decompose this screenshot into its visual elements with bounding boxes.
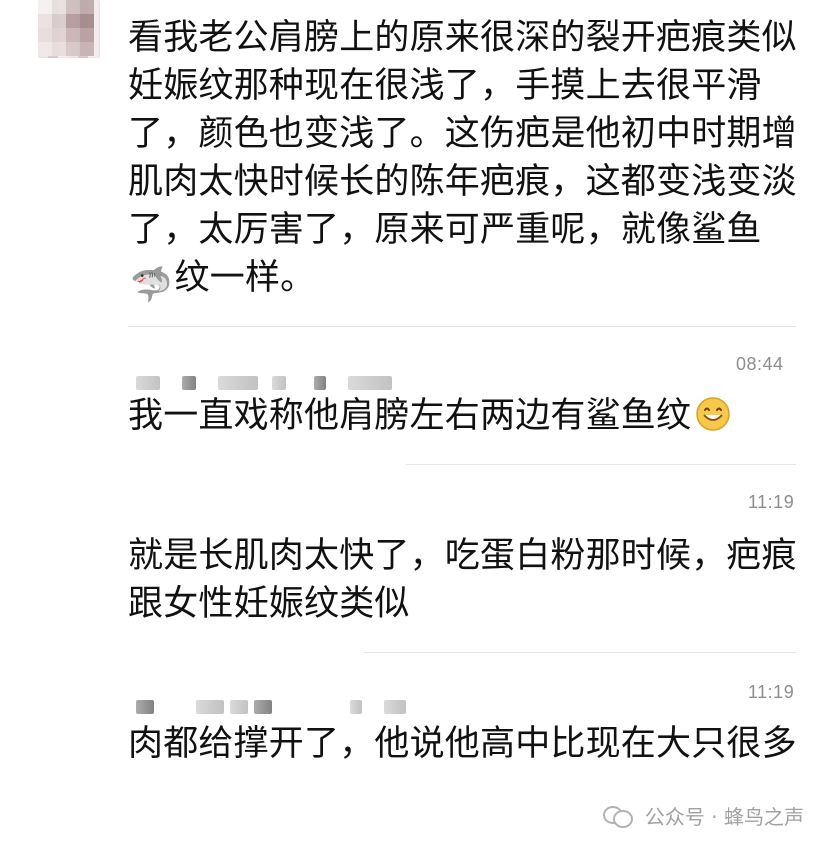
message-1-text-after: 纹一样。 (174, 258, 316, 298)
smile-emoji-icon (696, 397, 730, 431)
message-3: 就是长肌肉太快了，吃蛋白粉那时候，疤痕跟女性妊娠纹类似 (128, 532, 798, 628)
sender-name-blurred (136, 700, 406, 714)
message-4-time: 11:19 (748, 682, 795, 702)
avatar-pixel (80, 42, 94, 56)
wechat-icon (602, 804, 635, 828)
blur-block (254, 700, 272, 714)
avatar-pixel (66, 0, 80, 14)
avatar-pixel (66, 28, 80, 42)
blur-block (350, 700, 362, 714)
avatar-pixel (38, 14, 52, 28)
message-3-text: 就是长肌肉太快了，吃蛋白粉那时候，疤痕跟女性妊娠纹类似 (128, 536, 797, 624)
message-1-text-before: 看我老公肩膀上的原来很深的裂开疤痕类似妊娠纹那种现在很浅了，手摸上去很平滑了，颜… (128, 18, 797, 250)
message-4: 肉都给撑开了，他说他高中比现在大只很多 (128, 720, 798, 768)
message-divider (128, 326, 796, 327)
blur-block (218, 376, 258, 390)
message-3-time: 11:19 (748, 492, 795, 512)
sender-name-blurred (136, 376, 396, 390)
blur-block (314, 376, 326, 390)
avatar-pixel (38, 42, 52, 56)
watermark: 公众号 · 蜂鸟之声 (602, 801, 804, 830)
message-1: 看我老公肩膀上的原来很深的裂开疤痕类似妊娠纹那种现在很浅了，手摸上去很平滑了，颜… (128, 14, 798, 302)
blur-block (182, 376, 196, 390)
message-2: 我一直戏称他肩膀左右两边有鲨鱼纹 (128, 392, 768, 440)
avatar-pixel (52, 28, 66, 42)
message-2-text: 我一直戏称他肩膀左右两边有鲨鱼纹 (128, 396, 692, 436)
avatar-pixel (52, 42, 66, 56)
blur-block (348, 376, 392, 390)
avatar-pixel (80, 28, 94, 42)
blur-block (136, 376, 160, 390)
message-divider (364, 652, 796, 653)
blur-block (136, 700, 154, 714)
watermark-label: 公众号 · 蜂鸟之声 (644, 805, 804, 829)
avatar-pixel (38, 0, 52, 14)
avatar-pixel (80, 14, 94, 28)
avatar-pixel (80, 0, 94, 14)
avatar-pixel (38, 28, 52, 42)
blur-block (196, 700, 224, 714)
blur-block (272, 376, 286, 390)
avatar[interactable] (38, 0, 100, 58)
shark-emoji-icon: 🦈 (130, 265, 173, 305)
message-4-text: 肉都给撑开了，他说他高中比现在大只很多 (128, 724, 797, 764)
message-divider (406, 464, 796, 465)
avatar-pixel (52, 14, 66, 28)
avatar-pixel (66, 14, 80, 28)
blur-block (384, 700, 406, 714)
blur-block (230, 700, 248, 714)
avatar-pixel (52, 0, 66, 14)
message-2-time: 08:44 (736, 354, 784, 374)
avatar-pixel (66, 42, 80, 56)
